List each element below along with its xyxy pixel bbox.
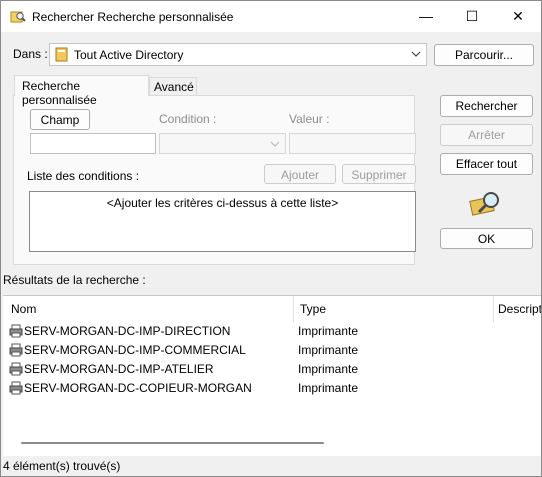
column-separator[interactable] bbox=[493, 296, 494, 322]
browse-button[interactable]: Parcourir... bbox=[434, 44, 534, 66]
conditions-placeholder: <Ajouter les critères ci-dessus à cette … bbox=[106, 196, 339, 210]
value-input[interactable] bbox=[289, 133, 416, 154]
remove-button[interactable]: Supprimer bbox=[342, 164, 416, 184]
tab-advanced[interactable]: Avancé bbox=[149, 77, 197, 95]
status-text: 4 élément(s) trouvé(s) bbox=[3, 459, 121, 473]
condition-label: Condition : bbox=[159, 112, 217, 126]
scope-label: Dans : bbox=[13, 47, 48, 61]
table-row[interactable]: SERV-MORGAN-DC-COPIEUR-MORGAN Imprimante bbox=[3, 379, 541, 398]
table-row[interactable]: SERV-MORGAN-DC-IMP-COMMERCIAL Imprimante bbox=[3, 341, 541, 360]
conditions-label: Liste des conditions : bbox=[27, 169, 140, 183]
window-title: Rechercher Recherche personnalisée bbox=[32, 10, 234, 24]
results-list[interactable]: Nom Type Descript SERV-MORGAN-DC-IMP-DIR… bbox=[3, 295, 541, 456]
column-header-type[interactable]: Type bbox=[300, 296, 326, 322]
printer-icon bbox=[9, 362, 23, 379]
title-bar: Rechercher Recherche personnalisée — ☐ ✕ bbox=[1, 1, 541, 32]
close-button[interactable]: ✕ bbox=[495, 1, 541, 32]
directory-book-icon bbox=[55, 47, 69, 65]
printer-icon bbox=[9, 324, 23, 341]
clear-all-button[interactable]: Effacer tout bbox=[440, 153, 533, 175]
column-header-name[interactable]: Nom bbox=[11, 296, 36, 322]
table-row[interactable]: SERV-MORGAN-DC-IMP-DIRECTION Imprimante bbox=[3, 322, 541, 341]
condition-dropdown[interactable] bbox=[159, 133, 286, 154]
scope-dropdown[interactable]: Tout Active Directory bbox=[49, 43, 427, 66]
conditions-list[interactable]: <Ajouter les critères ci-dessus à cette … bbox=[29, 191, 416, 252]
row-name: SERV-MORGAN-DC-COPIEUR-MORGAN bbox=[24, 381, 252, 395]
row-type: Imprimante bbox=[298, 381, 359, 395]
table-row[interactable]: SERV-MORGAN-DC-IMP-ATELIER Imprimante bbox=[3, 360, 541, 379]
row-type: Imprimante bbox=[298, 362, 359, 376]
printer-icon bbox=[9, 343, 23, 360]
search-button[interactable]: Rechercher bbox=[440, 95, 533, 117]
search-dialog: Rechercher Recherche personnalisée — ☐ ✕… bbox=[0, 0, 542, 477]
row-name: SERV-MORGAN-DC-IMP-DIRECTION bbox=[24, 324, 231, 338]
chevron-down-icon bbox=[411, 48, 421, 63]
ok-button[interactable]: OK bbox=[440, 228, 533, 249]
magnifier-icon bbox=[467, 189, 503, 222]
stop-button[interactable]: Arrêter bbox=[440, 124, 533, 146]
row-type: Imprimante bbox=[298, 343, 359, 357]
scope-value: Tout Active Directory bbox=[74, 48, 184, 62]
row-type: Imprimante bbox=[298, 324, 359, 338]
printer-icon bbox=[9, 381, 23, 398]
row-name: SERV-MORGAN-DC-IMP-COMMERCIAL bbox=[24, 343, 246, 357]
field-button[interactable]: Champ bbox=[30, 109, 90, 130]
value-label: Valeur : bbox=[289, 112, 330, 126]
horizontal-scrollbar[interactable] bbox=[21, 442, 324, 444]
field-input[interactable] bbox=[30, 133, 156, 154]
maximize-button[interactable]: ☐ bbox=[449, 1, 495, 32]
results-label: Résultats de la recherche : bbox=[3, 273, 146, 287]
row-name: SERV-MORGAN-DC-IMP-ATELIER bbox=[24, 362, 214, 376]
column-separator[interactable] bbox=[293, 296, 294, 322]
column-header-description[interactable]: Descript bbox=[498, 296, 541, 322]
minimize-button[interactable]: — bbox=[403, 1, 449, 32]
search-folder-icon bbox=[10, 9, 26, 28]
add-button[interactable]: Ajouter bbox=[264, 164, 336, 184]
field-button-label: Champ bbox=[40, 113, 80, 127]
tab-custom-search[interactable]: Recherche personnalisée bbox=[14, 75, 149, 107]
chevron-down-icon bbox=[270, 138, 280, 153]
custom-search-panel: Champ Condition : Valeur : Ajouter Suppr… bbox=[13, 95, 416, 265]
